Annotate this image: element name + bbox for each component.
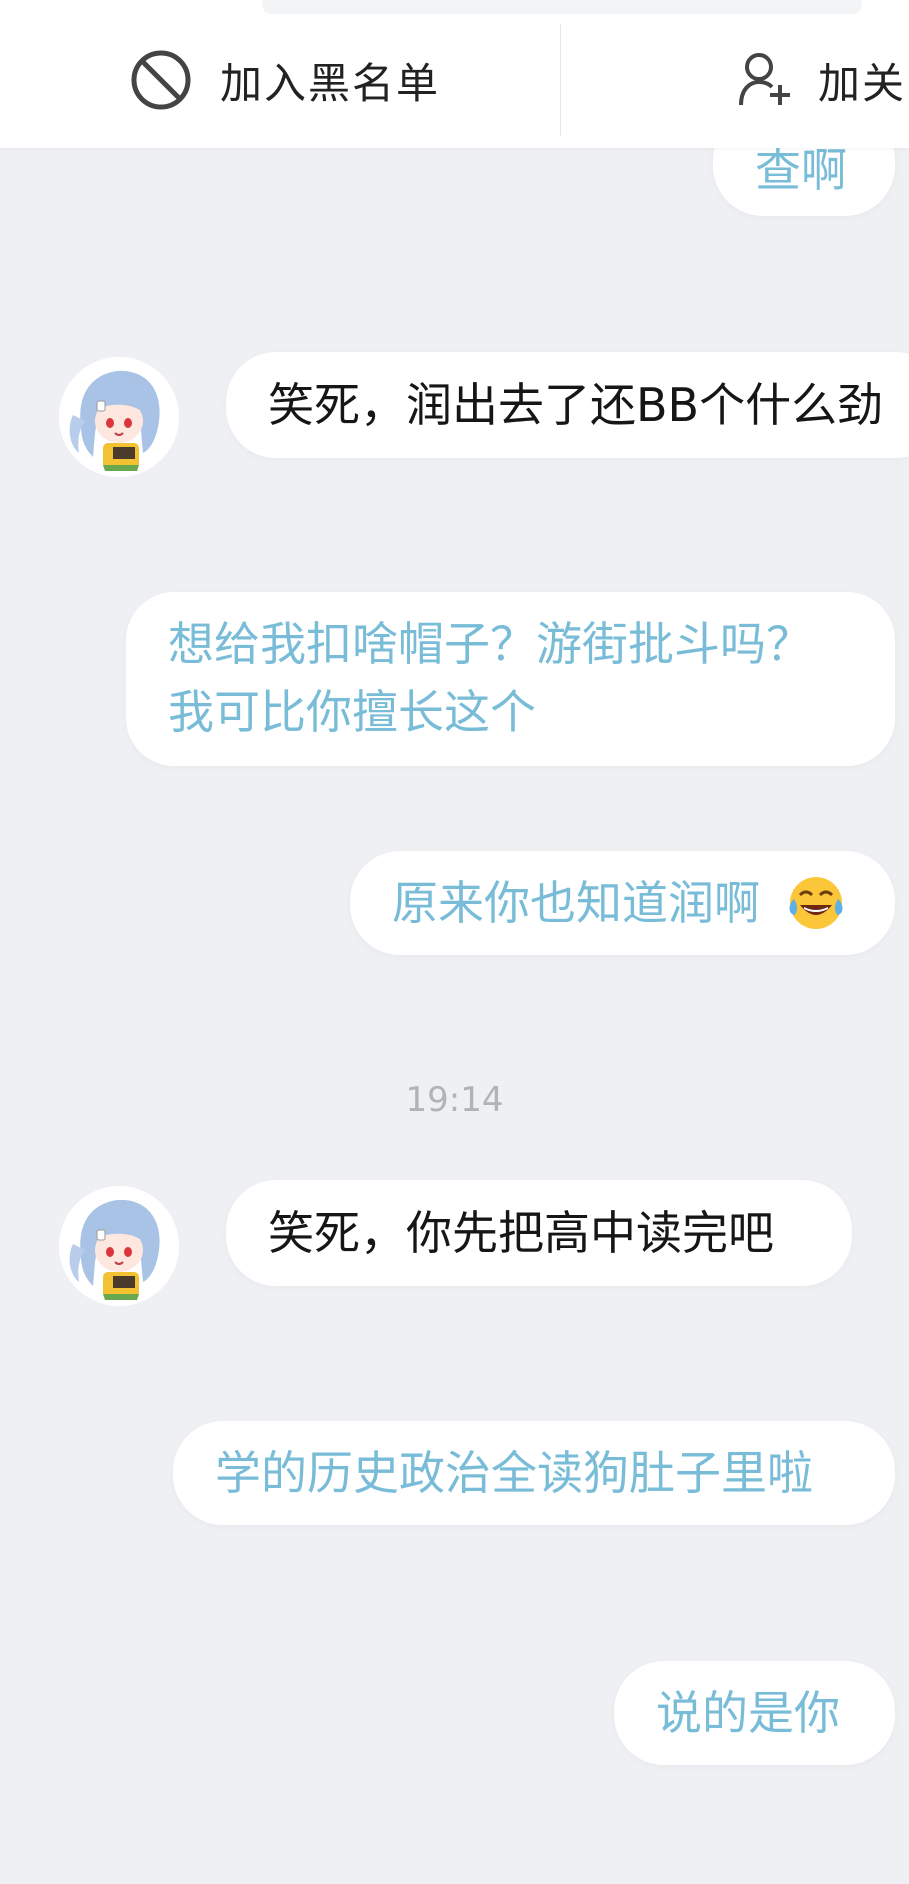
sent-message[interactable]: 学的历史政治全读狗肚子里啦 (173, 1421, 895, 1525)
add-to-blacklist-button[interactable]: 加入黑名单 (130, 40, 440, 120)
message-timestamp: 19:14 (405, 1080, 504, 1120)
received-message[interactable]: 笑死，你先把高中读完吧 (226, 1180, 852, 1286)
action-bar: 加入黑名单 加关 (0, 0, 909, 148)
divider (560, 24, 561, 136)
message-text: 笑死，润出去了还BB个什么劲 (268, 378, 884, 432)
received-message[interactable]: 笑死，润出去了还BB个什么劲 (226, 352, 909, 458)
sent-message[interactable]: 想给我扣啥帽子？游街批斗吗？ 我可比你擅长这个 (126, 592, 895, 766)
message-text: 学的历史政治全读狗肚子里啦 (215, 1446, 813, 1500)
anime-girl-avatar-icon (59, 357, 179, 477)
sent-message[interactable]: 原来你也知道润啊 (350, 851, 895, 955)
tears-of-joy-emoji-icon (786, 873, 846, 951)
sheet-handle (262, 0, 862, 14)
follow-button[interactable]: 加关 (738, 40, 906, 120)
blacklist-label: 加入黑名单 (220, 58, 441, 108)
message-line: 想给我扣啥帽子？游街批斗吗？ (168, 617, 812, 671)
sent-message[interactable]: 说的是你 (614, 1661, 895, 1765)
follow-label: 加关 (818, 58, 907, 108)
message-line: 我可比你擅长这个 (168, 685, 536, 739)
avatar[interactable] (59, 1186, 179, 1306)
anime-girl-avatar-icon (59, 1186, 179, 1306)
message-text: 笑死，你先把高中读完吧 (268, 1206, 774, 1260)
message-text: 原来你也知道润啊 (392, 876, 760, 930)
message-text: 说的是你 (656, 1686, 840, 1740)
block-icon (130, 49, 192, 111)
avatar[interactable] (59, 357, 179, 477)
chat-screen: 加入黑名单 加关 查啊 笑死，润出去了还BB个什么劲 想给我扣啥帽子？游街批斗吗… (0, 0, 909, 1884)
add-user-icon (738, 51, 792, 109)
